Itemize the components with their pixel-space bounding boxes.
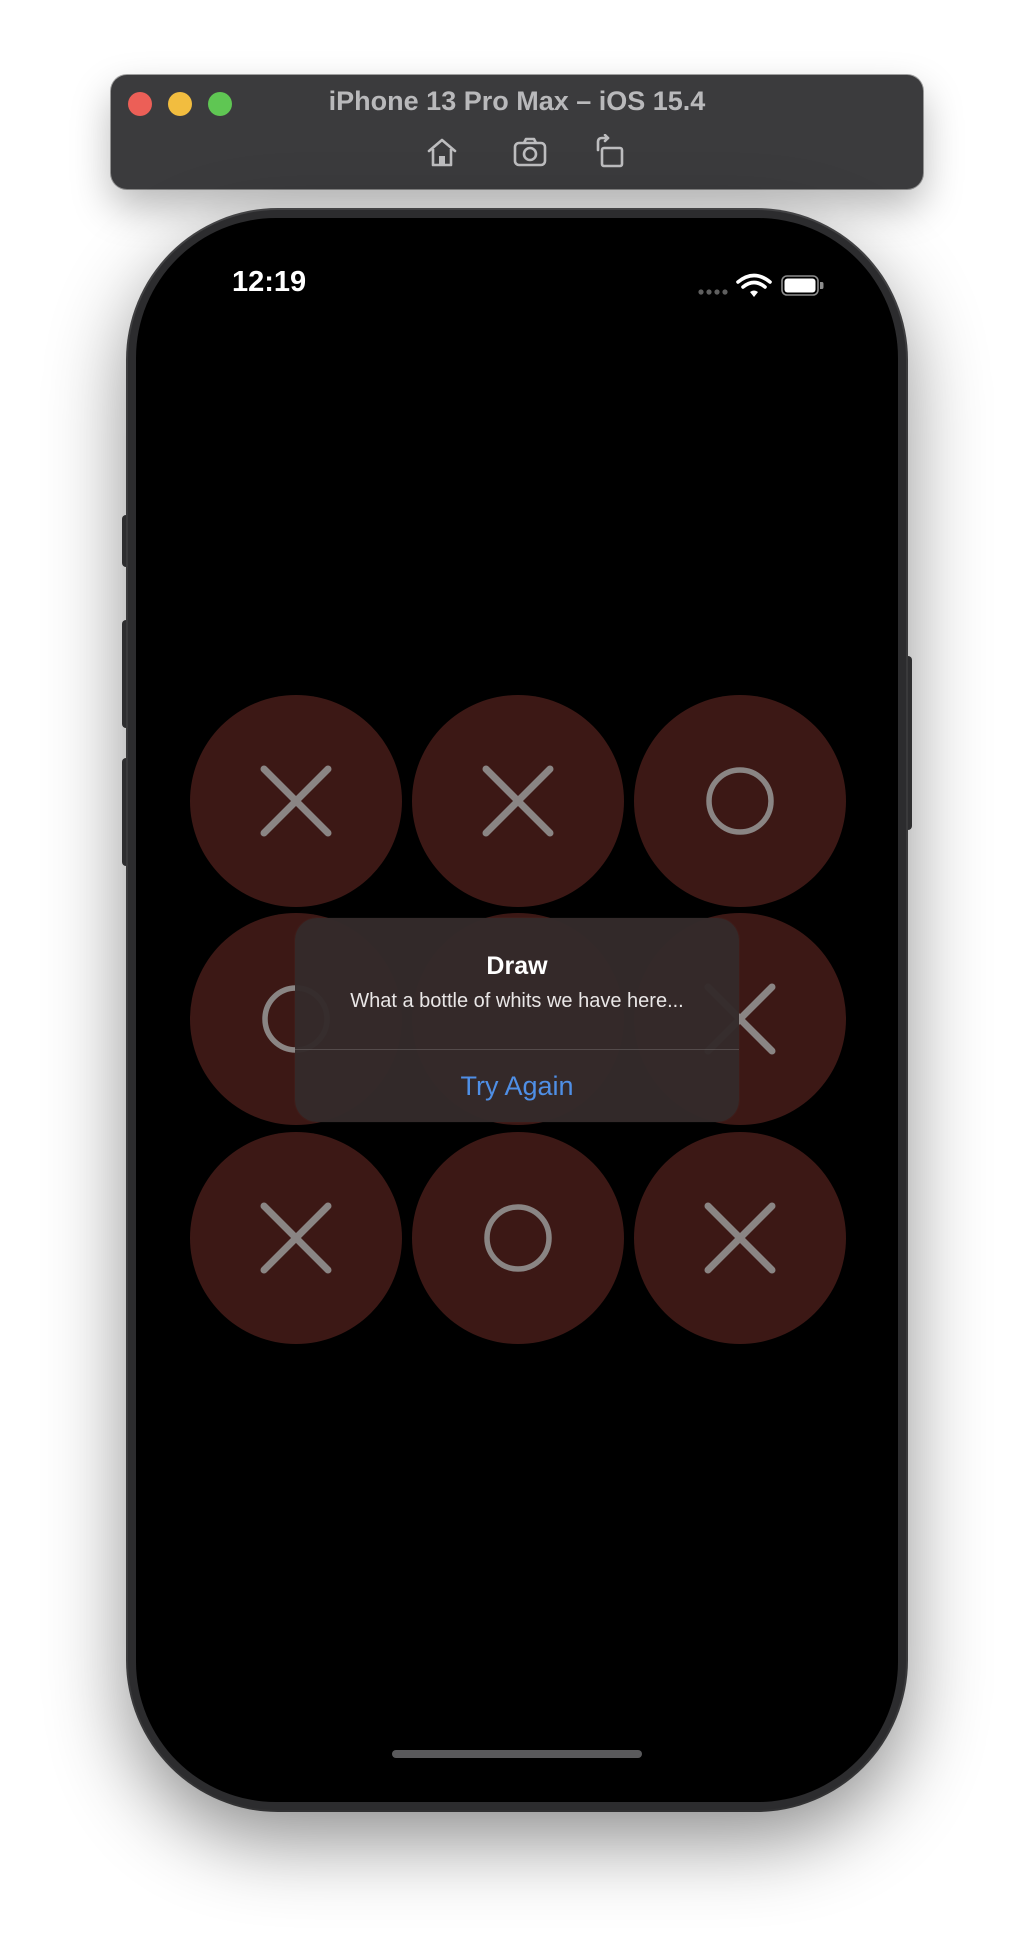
- x-mark-icon: [260, 1202, 332, 1274]
- board-cell-1[interactable]: [190, 695, 402, 907]
- battery-icon: [781, 275, 824, 296]
- o-mark-icon: [706, 767, 774, 835]
- alert-message: What a bottle of whits we have here...: [350, 990, 684, 1012]
- signal-icon: [698, 289, 728, 295]
- screenshot-icon[interactable]: [512, 134, 548, 170]
- draw-alert: Draw What a bottle of whits we have here…: [295, 918, 739, 1122]
- simulator-stage: iPhone 13 Pro Max – iOS 15.4 12:19 Draw …: [0, 0, 1034, 1958]
- alert-title: Draw: [486, 952, 548, 980]
- o-mark-icon: [484, 1204, 552, 1272]
- home-icon[interactable]: [424, 134, 460, 170]
- board-cell-9[interactable]: [634, 1132, 846, 1344]
- wifi-icon: [736, 273, 772, 297]
- x-mark-icon: [704, 1202, 776, 1274]
- status-icons: [698, 273, 824, 297]
- x-mark-icon: [482, 765, 554, 837]
- board-cell-3[interactable]: [634, 695, 846, 907]
- x-mark-icon: [260, 765, 332, 837]
- try-again-button[interactable]: Try Again: [295, 1050, 739, 1122]
- board-cell-7[interactable]: [190, 1132, 402, 1344]
- board-cell-8[interactable]: [412, 1132, 624, 1344]
- board-cell-2[interactable]: [412, 695, 624, 907]
- simulator-title: iPhone 13 Pro Max – iOS 15.4: [328, 86, 706, 116]
- status-time: 12:19: [232, 266, 307, 298]
- home-indicator[interactable]: [392, 1750, 642, 1758]
- rotate-icon[interactable]: [592, 134, 628, 170]
